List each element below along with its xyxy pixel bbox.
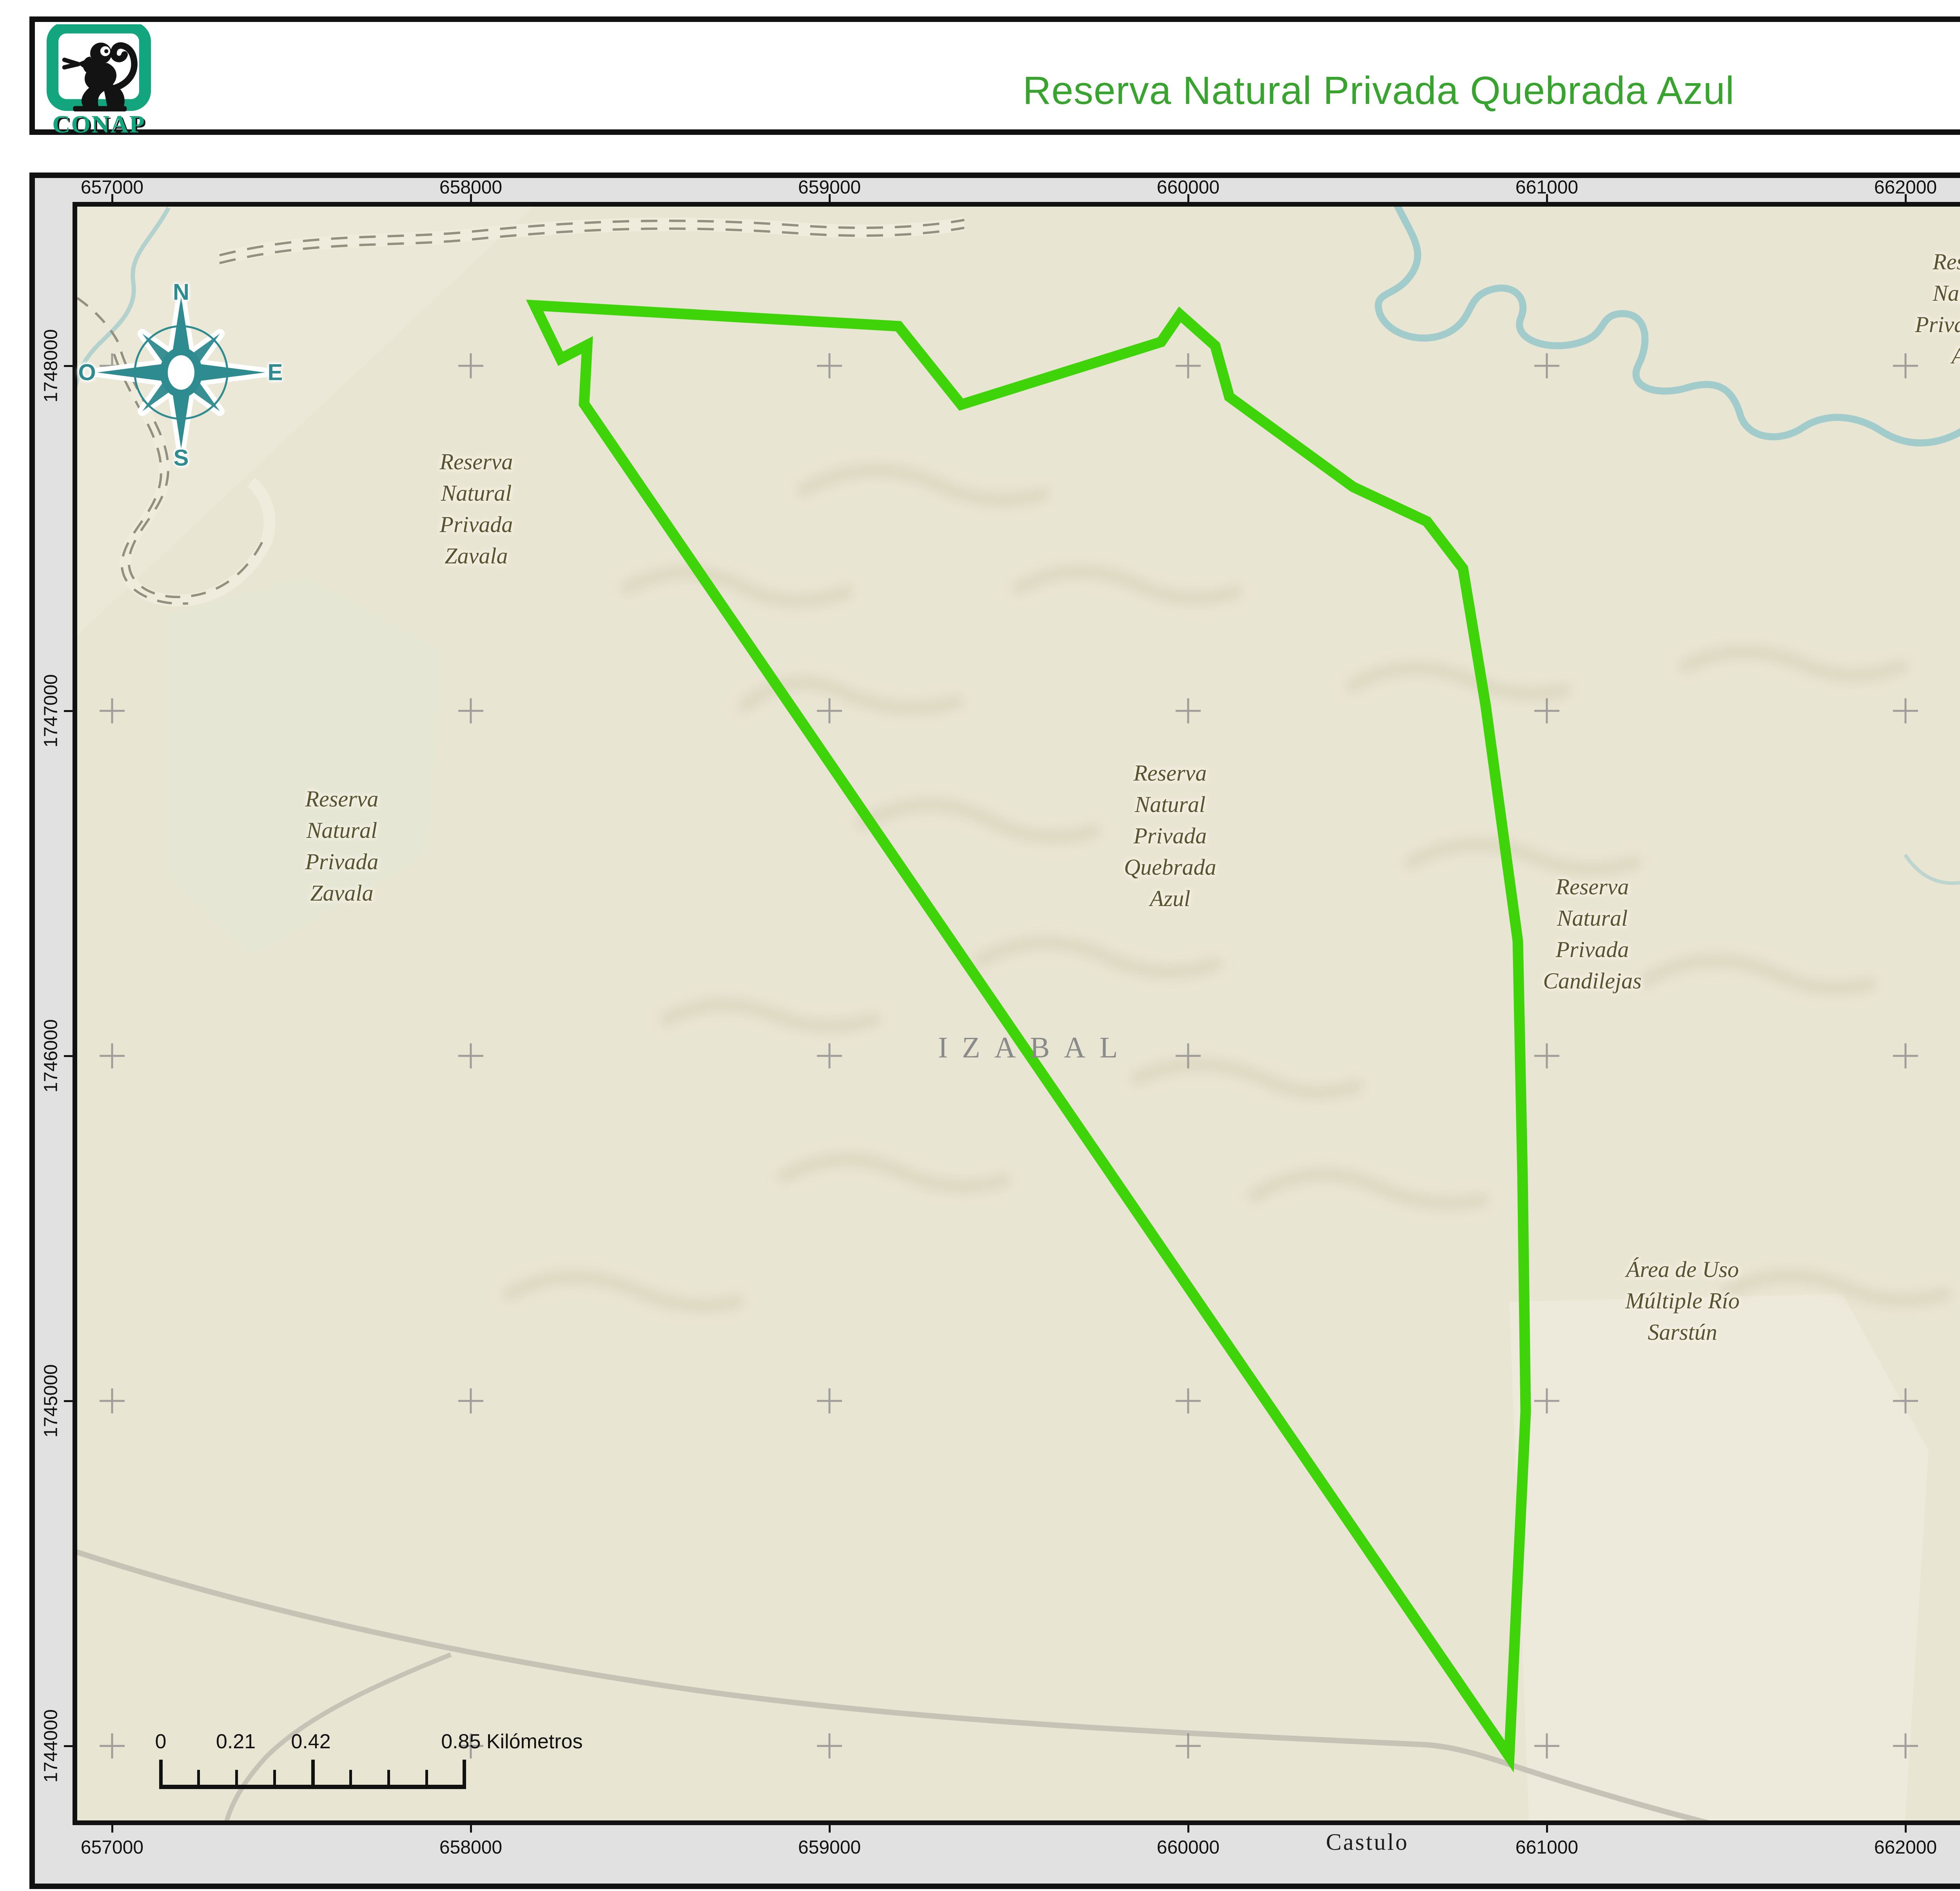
compass-south-label: S xyxy=(174,445,189,471)
axis-tick-label: 660000 xyxy=(1157,1837,1220,1858)
axis-tick-mark xyxy=(1187,1824,1189,1833)
axis-tick-label: 657000 xyxy=(81,1837,143,1858)
axis-tick-label: 1746000 xyxy=(40,1019,62,1093)
axis-tick-mark xyxy=(64,365,73,367)
axis-tick-mark xyxy=(1905,194,1907,203)
axis-tick-mark xyxy=(111,1824,113,1833)
map-region-label: Castulo xyxy=(1326,1795,1408,1858)
axis-tick-mark xyxy=(1187,194,1189,203)
axis-tick-mark xyxy=(64,1400,73,1402)
axis-tick-label: 662000 xyxy=(1874,1837,1937,1858)
map-document-page: Reserva Natural Privada Quebrada Azul CO… xyxy=(0,0,1960,1891)
axis-tick-mark xyxy=(829,194,831,203)
map-region-label: Reserva Natural Privada Zavala xyxy=(440,415,513,572)
map-canvas xyxy=(0,0,1960,1891)
scalebar-label: 0.85 Kilómetros xyxy=(441,1730,583,1753)
map-region-label: Área de Uso Múltiple Río Sarstún xyxy=(1625,1223,1740,1348)
axis-tick-label: 1747000 xyxy=(40,674,62,748)
axis-tick-mark xyxy=(829,1824,831,1833)
axis-tick-label: 1748000 xyxy=(40,329,62,403)
map-region-label-text: Res Nat Priva A xyxy=(1915,249,1960,369)
scalebar-label: 0.21 xyxy=(216,1730,256,1753)
map-region-label-text: Área de Uso Múltiple Río Sarstún xyxy=(1625,1257,1740,1345)
axis-tick-label: 1744000 xyxy=(40,1709,62,1783)
axis-tick-label: 658000 xyxy=(439,1837,502,1858)
map-region-label: Reserva Natural Privada Quebrada Azul xyxy=(1124,726,1216,914)
map-region-label-text: Reserva Natural Privada Zavala xyxy=(440,449,513,569)
axis-tick-mark xyxy=(64,1055,73,1057)
map-region-label-text: Reserva Natural Privada Candilejas xyxy=(1543,874,1641,994)
map-region-label: Reserva Natural Privada Candilejas xyxy=(1543,840,1641,997)
axis-tick-mark xyxy=(470,1824,472,1833)
axis-tick-mark xyxy=(64,710,73,712)
scalebar-label: 0 xyxy=(155,1730,167,1753)
map-region-label: Res Nat Priva A xyxy=(1915,215,1960,372)
sarstun-area-patch xyxy=(1509,1294,1929,1820)
map-region-label-text: IZABAL xyxy=(938,1031,1132,1064)
axis-tick-label: 661000 xyxy=(1515,1837,1578,1858)
scalebar-label: 0.42 xyxy=(291,1730,330,1753)
compass-west-label: O xyxy=(78,360,96,386)
map-region-label-text: Castulo xyxy=(1326,1829,1408,1855)
map-region-label-text: Reserva Natural Privada Quebrada Azul xyxy=(1124,760,1216,911)
map-region-label: Reserva Natural Privada Zavala xyxy=(305,752,379,909)
axis-tick-mark xyxy=(111,194,113,203)
axis-tick-mark xyxy=(64,1745,73,1747)
axis-tick-mark xyxy=(470,194,472,203)
map-region-label: IZABAL xyxy=(938,1001,1132,1063)
axis-tick-mark xyxy=(1546,194,1548,203)
map-region-label-text: Reserva Natural Privada Zavala xyxy=(305,786,379,906)
axis-tick-mark xyxy=(1546,1824,1548,1833)
axis-tick-mark xyxy=(1905,1824,1907,1833)
axis-tick-label: 659000 xyxy=(798,1837,861,1858)
axis-tick-label: 1745000 xyxy=(40,1364,62,1438)
compass-east-label: E xyxy=(268,360,283,386)
compass-north-label: N xyxy=(173,279,189,305)
